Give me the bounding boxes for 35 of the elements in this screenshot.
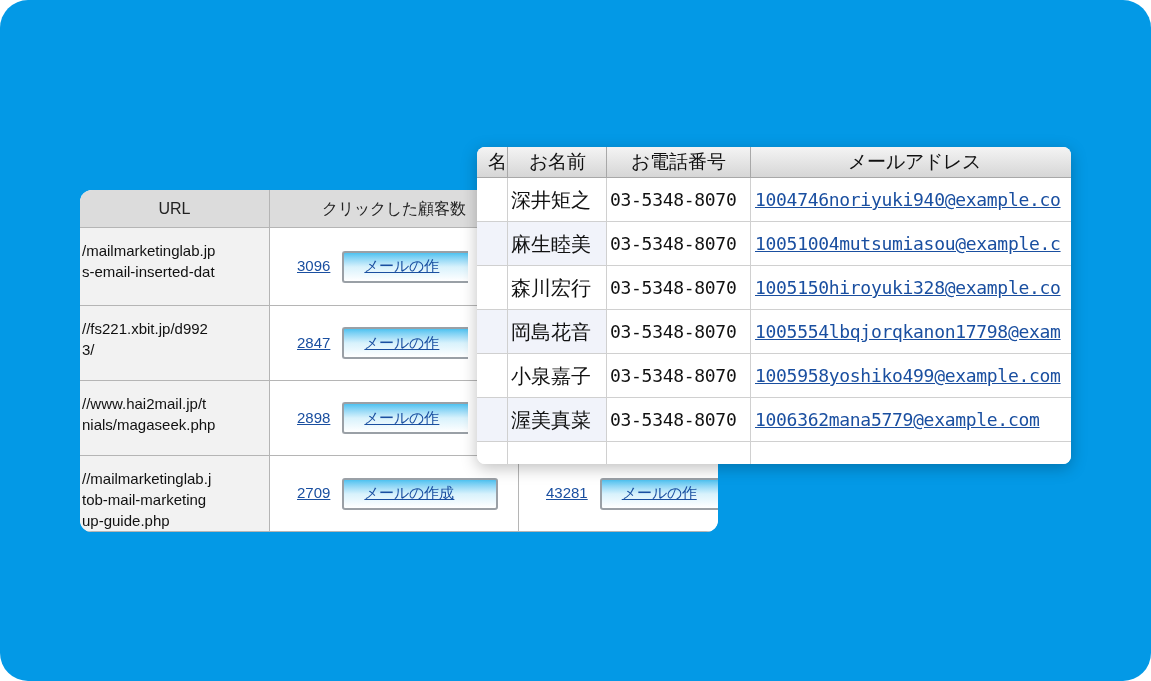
count-link[interactable]: 2898 — [297, 406, 331, 430]
count-link[interactable]: 2847 — [297, 331, 331, 355]
compose-mail-button[interactable]: メールの作 — [342, 327, 469, 359]
count-link[interactable]: 3096 — [297, 255, 331, 278]
name-cell-text: 森川宏行 — [511, 275, 591, 301]
email-link[interactable]: 1005958yoshiko499@example.com — [755, 362, 1061, 389]
name-cell-text: 小泉嘉子 — [511, 363, 591, 389]
column-header: 名 — [488, 149, 507, 174]
column-header: URL — [158, 198, 191, 219]
column-header: メールアドレス — [847, 149, 981, 174]
email-link[interactable]: 1005150hiroyuki328@example.co — [755, 274, 1061, 301]
compose-mail-button[interactable]: メールの作 — [342, 250, 469, 283]
name-cell-text: 深井矩之 — [511, 187, 591, 213]
url-text: //fs221.xbit.jp/d992 3/ — [82, 319, 208, 360]
email-link[interactable]: 1004746noriyuki940@example.co — [755, 186, 1061, 213]
compose-mail-button[interactable]: メールの作 — [599, 477, 718, 510]
phone-cell-text: 03-5348-8070 — [610, 320, 737, 344]
phone-cell-text: 03-5348-8070 — [610, 232, 737, 256]
phone-cell-text: 03-5348-8070 — [610, 364, 737, 388]
column-header: お名前 — [528, 149, 586, 174]
compose-mail-button[interactable]: メールの作成 — [342, 477, 499, 510]
phone-cell-text: 03-5348-8070 — [610, 276, 737, 300]
name-cell-text: 渥美真菜 — [511, 407, 591, 433]
url-text: //mailmarketinglab.j tob-mail-marketing up-guide.php — [82, 469, 212, 531]
compose-mail-button[interactable]: メールの作 — [342, 402, 469, 434]
count-link[interactable]: 43281 — [546, 482, 588, 505]
url-text: //www.hai2mail.jp/t nials/magaseek.php — [82, 394, 216, 435]
column-header: クリックした顧客数 — [322, 198, 466, 219]
phone-cell-text: 03-5348-8070 — [610, 408, 737, 432]
count-link[interactable]: 2709 — [297, 482, 331, 505]
url-text: /mailmarketinglab.jp s-email-inserted-dat — [82, 241, 216, 282]
phone-cell-text: 03-5348-8070 — [610, 188, 737, 212]
name-cell-text: 麻生睦美 — [511, 231, 591, 257]
name-cell-text: 岡島花音 — [511, 319, 591, 345]
column-header: お電話番号 — [631, 149, 726, 174]
